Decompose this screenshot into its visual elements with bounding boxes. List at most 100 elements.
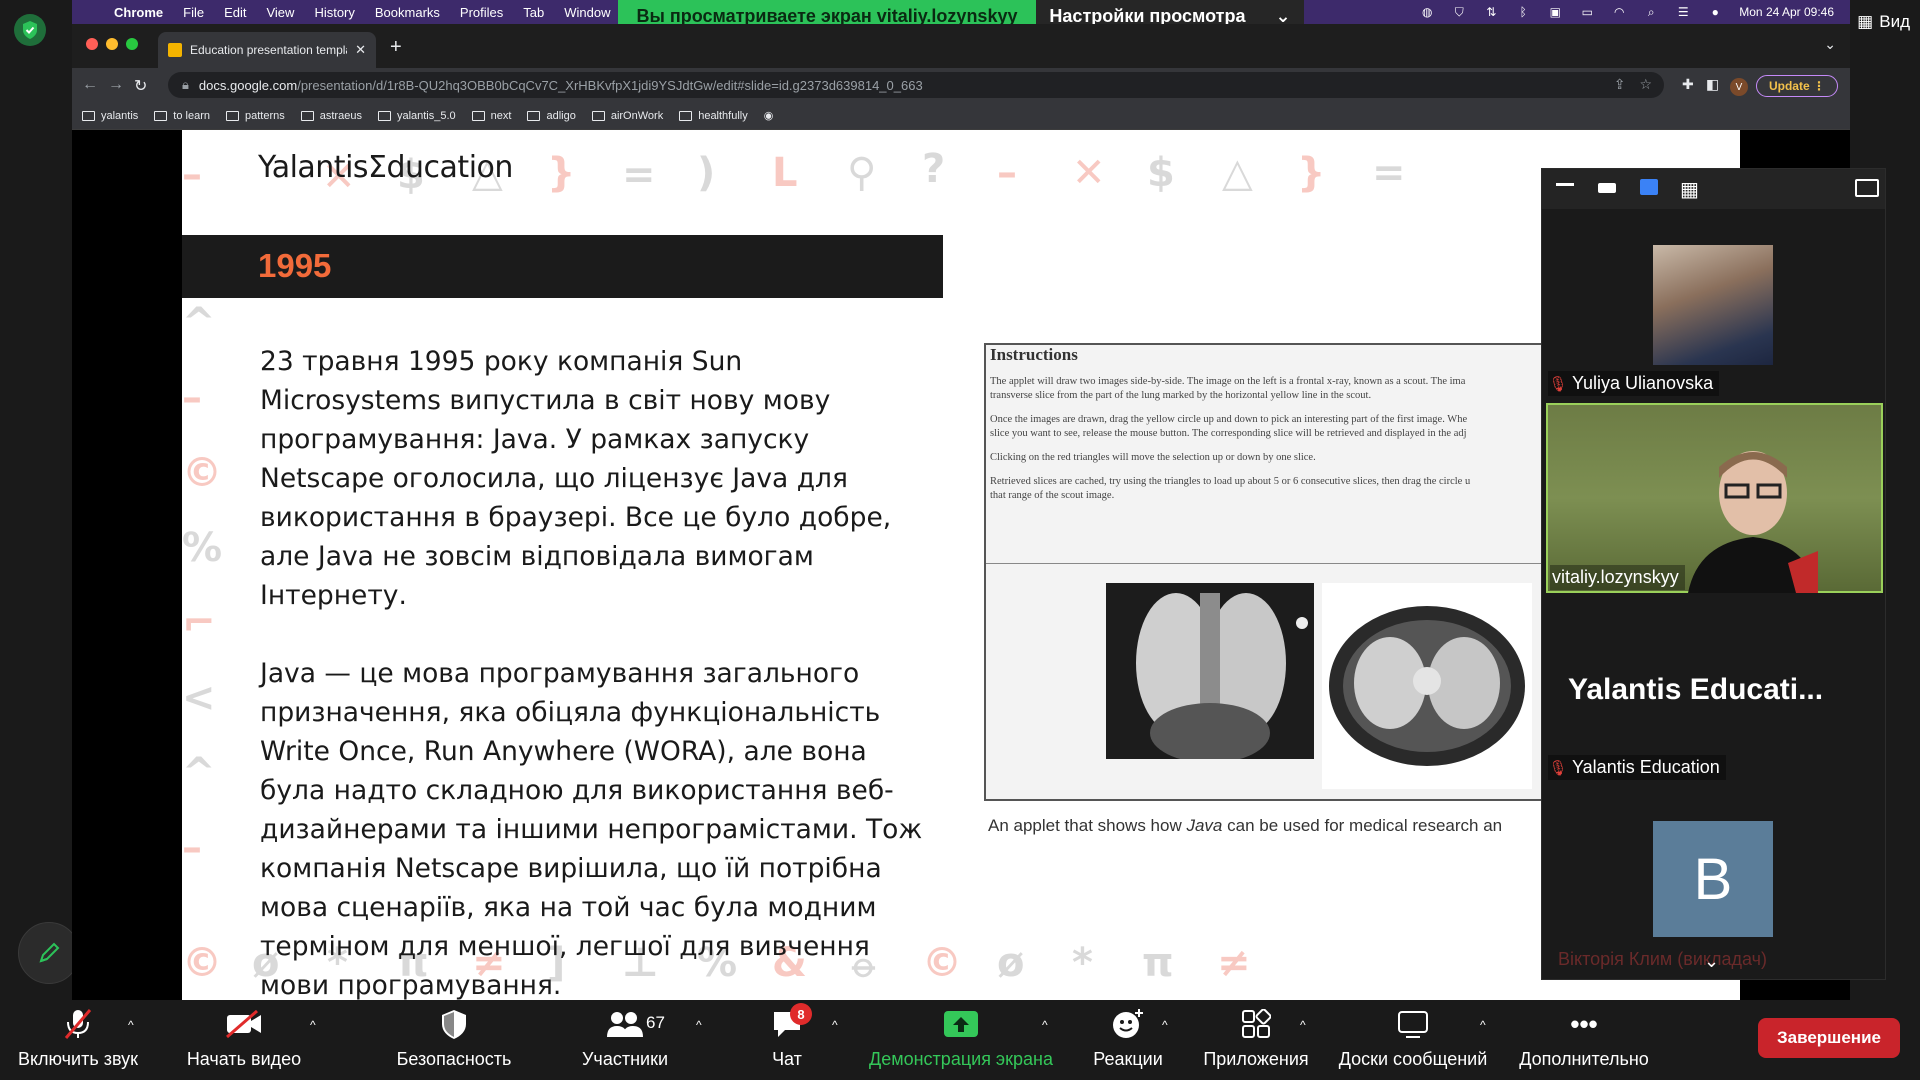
siri-icon[interactable]: ● [1707,5,1723,19]
bookmark-folder[interactable]: yalantis [82,110,138,122]
security-button[interactable]: Безопасность [392,1000,516,1080]
menu-tab[interactable]: Tab [523,5,544,20]
unmute-button[interactable]: Включить звук [14,1000,142,1080]
chat-options-caret-icon[interactable]: ^ [832,1018,838,1032]
bookmark-globe[interactable]: ◉ [764,109,774,122]
menu-bookmarks[interactable]: Bookmarks [375,5,440,20]
strip-view-icon[interactable] [1640,179,1658,195]
chat-button[interactable]: 8 Чат [752,1000,822,1080]
exit-panel-icon[interactable] [1855,179,1879,197]
browser-tab-active[interactable]: Education presentation templa ✕ [158,32,376,68]
share-screen-icon [942,1007,980,1041]
scroll-down-chevron-icon[interactable]: ⌄ [1704,951,1719,972]
menu-window[interactable]: Window [564,5,610,20]
control-center-icon[interactable]: ☰ [1675,5,1691,19]
chrome-tabbar: Education presentation templa ✕ + ⌄ [72,24,1850,68]
address-bar[interactable]: 🔒︎ docs.google.com/presentation/d/1r8B-Q… [168,72,1664,98]
menu-view[interactable]: View [266,5,294,20]
url-host: docs.google.com [198,77,298,93]
audio-options-caret-icon[interactable]: ^ [128,1018,134,1032]
update-button[interactable]: Update ⋮ [1756,75,1838,97]
keyboard-layout-icon[interactable]: ▣ [1547,5,1563,19]
ct-slice-image [1322,583,1532,789]
folder-icon [226,110,239,121]
bookmark-folder[interactable]: healthfully [679,110,748,122]
profile-avatar[interactable]: V [1730,78,1748,96]
decor-symbol: ? [922,146,946,192]
battery-icon[interactable]: ▭ [1579,5,1595,19]
bluetooth-icon[interactable]: ᛒ [1515,5,1531,19]
window-close-icon[interactable] [86,38,98,50]
zoom-security-shield-icon[interactable] [14,14,46,46]
decor-symbol: = [622,152,656,198]
applet-line: transverse slice from the part of the lu… [990,390,1372,401]
gallery-grid-icon[interactable]: ▦ [1680,177,1699,202]
window-minimize-icon[interactable] [106,38,118,50]
globe-status-icon[interactable]: ◍ [1419,5,1435,19]
more-button[interactable]: ••• Дополнительно [1512,1000,1656,1080]
new-tab-plus-icon[interactable]: + [390,36,402,59]
tab-search-chevron-icon[interactable]: ⌄ [1824,36,1836,53]
menu-file[interactable]: File [183,5,204,20]
grid-icon: ▦ [1857,12,1874,31]
apps-options-caret-icon[interactable]: ^ [1300,1018,1306,1032]
reactions-options-caret-icon[interactable]: ^ [1162,1018,1168,1032]
start-video-button[interactable]: Начать видео [180,1000,308,1080]
tab-title: Education presentation templa [190,43,348,57]
wifi-icon[interactable]: ◠ [1611,5,1627,19]
participant-name-tag: 🎙︎ Yalantis Education [1548,755,1726,780]
menu-history[interactable]: History [314,5,354,20]
bookmark-folder[interactable]: yalantis_5.0 [377,109,456,122]
menubar-clock[interactable]: Mon 24 Apr 09:46 [1739,5,1834,19]
minimize-icon[interactable] [1556,183,1574,186]
decor-symbol: $ [1147,150,1175,196]
side-panel-icon[interactable]: ◧ [1706,76,1719,93]
video-options-caret-icon[interactable]: ^ [310,1018,316,1032]
reactions-button[interactable]: Реакции [1080,1000,1176,1080]
apps-label: Приложения [1203,1049,1309,1069]
back-arrow-icon[interactable]: ← [82,76,98,94]
paragraph-1: 23 травня 1995 року компанія Sun Microsy… [260,346,892,611]
security-label: Безопасность [396,1049,512,1069]
speaker-view-icon[interactable] [1598,183,1616,193]
bookmark-label: next [490,109,512,122]
bookmark-folder[interactable]: astraeus [300,110,362,122]
reload-icon[interactable]: ↻ [134,76,147,96]
participants-button[interactable]: 67 Участники [570,1000,680,1080]
paragraph-2: Java — це мова програмування загального … [260,658,923,1001]
annotate-pen-icon[interactable] [18,922,80,984]
vpn-shield-icon[interactable]: ⛉ [1451,5,1467,19]
spotlight-search-icon[interactable]: ⌕ [1643,5,1659,19]
share-screen-button[interactable]: Демонстрация экрана [866,1000,1056,1080]
folder-icon [471,110,485,121]
menu-profiles[interactable]: Profiles [460,5,503,20]
whiteboards-button[interactable]: Доски сообщений [1332,1000,1494,1080]
bookmark-folder[interactable]: adligo [527,110,576,122]
participant-name-tag: vitaliy.lozynskyy [1550,565,1685,590]
bookmark-folder[interactable]: patterns [226,110,285,122]
bookmark-label: yalantis_5.0 [396,109,456,122]
zoom-view-button[interactable]: ▦ Вид [1857,12,1910,32]
bookmark-folder[interactable]: next [471,109,512,122]
bookmark-folder[interactable]: to learn [154,110,210,122]
tab-close-icon[interactable]: ✕ [355,42,366,58]
menu-app-name[interactable]: Chrome [114,5,163,20]
caption-emphasis: Java [1186,816,1223,835]
whiteboards-options-caret-icon[interactable]: ^ [1480,1018,1486,1032]
video-off-icon [225,1007,263,1041]
participants-options-caret-icon[interactable]: ^ [696,1018,702,1032]
network-icon[interactable]: ⇅ [1483,5,1499,19]
extensions-puzzle-icon[interactable]: ✚ [1682,76,1694,93]
menu-edit[interactable]: Edit [224,5,246,20]
share-options-caret-icon[interactable]: ^ [1042,1018,1048,1032]
window-zoom-icon[interactable] [126,38,138,50]
forward-arrow-icon[interactable]: → [108,76,124,94]
end-meeting-button[interactable]: Завершение [1758,1018,1900,1058]
active-speaker-tile[interactable]: vitaliy.lozynskyy [1546,403,1883,593]
bookmark-label: healthfully [698,109,748,122]
share-page-icon[interactable]: ⇪ [1614,76,1626,93]
participant-name: vitaliy.lozynskyy [1552,567,1679,587]
bookmark-folder[interactable]: airOnWork [591,110,663,122]
apps-button[interactable]: Приложения [1196,1000,1316,1080]
bookmark-star-icon[interactable]: ☆ [1639,76,1652,93]
